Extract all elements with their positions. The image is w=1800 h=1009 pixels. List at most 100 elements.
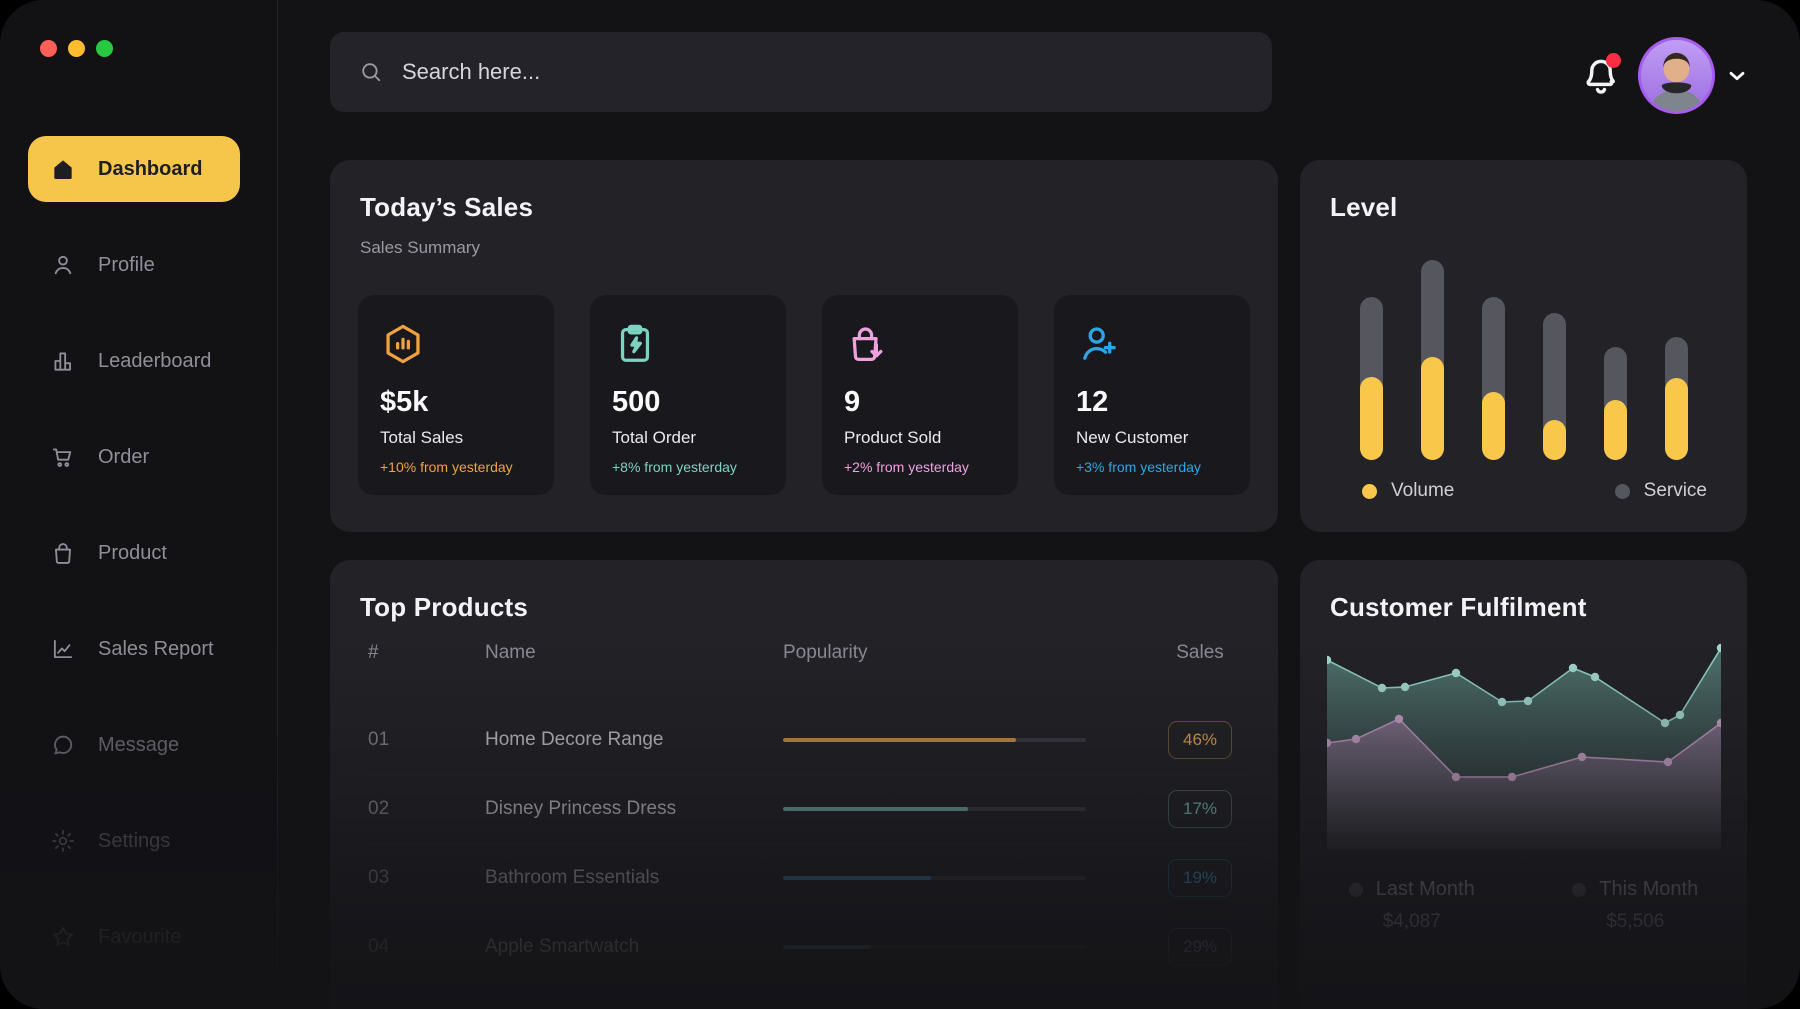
sidebar-item-dashboard[interactable]: Dashboard [28,136,240,202]
columns-icon [50,348,76,374]
top-products-card: Top Products # Name Popularity Sales 01 … [330,560,1278,1009]
sales-badge: 17% [1168,790,1232,828]
hex-bars-icon [380,321,426,367]
product-name: Disney Princess Dress [485,798,783,820]
product-rank: 01 [368,729,485,751]
table-row[interactable]: 03 Bathroom Essentials 19% [368,843,1250,912]
volume-dot-icon [1362,484,1377,499]
sidebar: Dashboard Profile Leaderboard Order Prod… [0,0,278,1009]
sidebar-item-label: Dashboard [98,158,202,181]
stat-label: Product Sold [844,428,996,448]
stat-card-total-order: 500 Total Order +8% from yesterday [590,295,786,495]
fulfilment-area-chart [1327,640,1721,850]
search-icon [358,59,384,85]
table-row[interactable]: 01 Home Decore Range 46% [368,706,1250,774]
account-menu-button[interactable] [1722,63,1752,94]
user-plus-icon [1076,321,1122,367]
table-header: # Name Popularity Sales [368,642,1250,664]
stat-card-row: $5k Total Sales +10% from yesterday 500 … [358,295,1250,495]
sidebar-item-product[interactable]: Product [28,520,240,586]
sales-badge: 19% [1168,859,1232,897]
sidebar-item-label: Sales Report [98,638,214,661]
app-window: Dashboard Profile Leaderboard Order Prod… [0,0,1800,1009]
sidebar-item-message[interactable]: Message [28,712,240,778]
this-month-dot-icon [1572,883,1586,897]
table-row[interactable]: 02 Disney Princess Dress 17% [368,774,1250,843]
level-bar [1665,337,1688,460]
gear-icon [50,828,76,854]
todays-sales-card: Today’s Sales Sales Summary $5k Total Sa… [330,160,1278,532]
sidebar-nav: Dashboard Profile Leaderboard Order Prod… [0,136,277,1000]
avatar-photo [1641,40,1712,111]
level-bar [1421,260,1444,460]
bag-arrow-icon [844,321,890,367]
search-input[interactable] [400,58,1244,86]
legend-item-service: Service [1615,480,1707,502]
sidebar-item-favourite[interactable]: Favourite [28,904,240,970]
chart-icon [50,636,76,662]
sidebar-item-label: Message [98,734,179,757]
col-header-name: Name [485,642,783,664]
popularity-bar [783,876,1150,880]
last-month-dot-icon [1349,883,1363,897]
legend-label: Volume [1391,480,1454,502]
user-avatar[interactable] [1638,37,1715,114]
sidebar-item-label: Order [98,446,149,469]
product-name: Home Decore Range [485,729,783,751]
sidebar-item-profile[interactable]: Profile [28,232,240,298]
window-controls [40,40,113,57]
chevron-down-icon [1722,63,1752,89]
legend-item-volume: Volume [1362,480,1454,502]
product-rank: 04 [368,936,485,958]
product-rank: 02 [368,798,485,820]
search-bar [330,32,1272,112]
legend-label: Last Month [1376,878,1475,901]
sidebar-item-label: Product [98,542,167,565]
product-name: Bathroom Essentials [485,867,783,889]
sidebar-item-label: Settings [98,830,170,853]
stat-card-total-sales: $5k Total Sales +10% from yesterday [358,295,554,495]
todays-sales-title: Today’s Sales [360,192,533,223]
notifications-button[interactable] [1578,52,1624,98]
sidebar-item-leaderboard[interactable]: Leaderboard [28,328,240,394]
sales-cell: 29% [1150,928,1250,966]
stat-label: Total Sales [380,428,532,448]
star-icon [50,924,76,950]
stat-delta: +3% from yesterday [1076,459,1228,475]
zoom-window-button[interactable] [96,40,113,57]
col-header-num: # [368,642,485,664]
popularity-bar [783,738,1150,742]
todays-sales-subtitle: Sales Summary [360,238,480,258]
notification-badge [1606,53,1621,68]
legend-label: Service [1644,480,1707,502]
level-bar [1604,347,1627,460]
product-rank: 03 [368,867,485,889]
sales-cell: 19% [1150,859,1250,897]
stat-label: New Customer [1076,428,1228,448]
cart-icon [50,444,76,470]
sales-cell: 17% [1150,790,1250,828]
stat-value: 12 [1076,386,1228,419]
stat-delta: +2% from yesterday [844,459,996,475]
sidebar-item-order[interactable]: Order [28,424,240,490]
popularity-bar [783,945,1150,949]
level-title: Level [1330,192,1398,223]
stat-delta: +8% from yesterday [612,459,764,475]
user-icon [50,252,76,278]
legend-item-this-month: This Month $5,506 [1524,878,1748,933]
service-dot-icon [1615,484,1630,499]
stat-value: 9 [844,386,996,419]
stat-delta: +10% from yesterday [380,459,532,475]
sales-badge: 46% [1168,721,1232,759]
sidebar-item-sales-report[interactable]: Sales Report [28,616,240,682]
minimize-window-button[interactable] [68,40,85,57]
stat-value: $5k [380,386,532,419]
clipboard-bolt-icon [612,321,658,367]
table-row[interactable]: 04 Apple Smartwatch 29% [368,912,1250,981]
bag-icon [50,540,76,566]
sidebar-item-settings[interactable]: Settings [28,808,240,874]
sales-cell: 46% [1150,721,1250,759]
close-window-button[interactable] [40,40,57,57]
customer-fulfilment-card: Customer Fulfilment Last Month $4,087 Th… [1300,560,1747,1009]
level-bar [1360,297,1383,460]
